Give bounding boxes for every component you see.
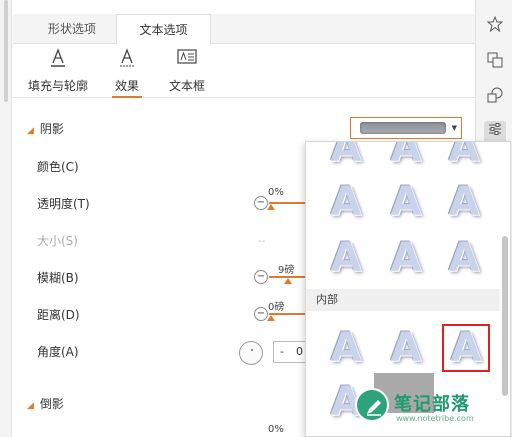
reflection-title: 倒影 <box>39 397 64 411</box>
effect-preset[interactable]: A <box>442 236 486 280</box>
inner-effect-preset-selected[interactable]: A <box>442 324 490 372</box>
shadow-preset-dropdown[interactable]: ▼ <box>350 117 462 139</box>
collapse-triangle-icon: ◢ <box>27 126 34 136</box>
shadow-section-header[interactable]: ◢ 阴影 <box>27 120 64 137</box>
shadow-size-label: 大小(S) <box>37 234 78 248</box>
distance-decrease-button[interactable]: − <box>254 307 268 321</box>
blur-decrease-button[interactable]: − <box>254 270 268 284</box>
reflection-value: 0% <box>268 424 284 435</box>
dropdown-scrollbar[interactable] <box>502 236 508 396</box>
top-tabs: 形状选项 文本选项 <box>13 14 475 45</box>
shadow-title: 阴影 <box>39 122 64 136</box>
reflection-section-header[interactable]: ◢ 倒影 <box>27 395 64 412</box>
blur-value: 9磅 <box>278 265 295 276</box>
watermark-title: 笔记部落 <box>394 394 470 415</box>
shape-style-icon[interactable] <box>484 87 506 109</box>
effect-preset[interactable]: A <box>324 236 368 280</box>
angle-value: 0 <box>296 345 303 358</box>
shadow-blur-label: 模糊(B) <box>37 271 79 285</box>
tab-text-options[interactable]: 文本选项 <box>116 14 211 45</box>
shadow-angle-label: 角度(A) <box>37 345 79 359</box>
transparency-value: 0% <box>268 187 284 198</box>
angle-minus[interactable]: - <box>280 345 284 358</box>
inner-effect-preset[interactable]: A <box>384 326 428 370</box>
shadow-distance-label: 距离(D) <box>37 308 80 322</box>
inner-effect-preset[interactable]: A <box>324 326 368 370</box>
angle-stepper[interactable]: - 0 <box>273 341 307 363</box>
effect-preset[interactable]: A <box>384 142 428 170</box>
property-sliders-icon[interactable] <box>484 121 506 143</box>
subtab-effects-label: 效果 <box>112 77 142 98</box>
distance-slider-thumb[interactable] <box>267 315 275 321</box>
subtab-textbox-label: 文本框 <box>168 79 205 93</box>
tab-shape-options[interactable]: 形状选项 <box>27 14 117 44</box>
watermark-logo: 笔记部落 www.notetribe.com <box>352 388 512 437</box>
angle-dial[interactable] <box>239 341 263 365</box>
scroll-grip[interactable] <box>4 0 8 102</box>
blur-slider-thumb[interactable] <box>284 278 292 284</box>
shadow-color-swatch <box>360 122 446 134</box>
left-edge-strip <box>0 0 12 437</box>
star-settings-icon[interactable] <box>484 15 506 38</box>
effect-preset[interactable]: A <box>324 180 368 224</box>
chevron-down-icon: ▼ <box>451 124 457 132</box>
transparency-decrease-button[interactable]: − <box>254 196 268 210</box>
shadow-color-label: 颜色(C) <box>37 160 79 174</box>
sub-tabs: 填充与轮廓 效果 文本框 <box>13 46 475 98</box>
effect-preset[interactable]: A <box>442 180 486 224</box>
distance-value: 0磅 <box>268 302 285 313</box>
effect-preset[interactable]: A <box>384 236 428 280</box>
text-effect-icon <box>112 48 142 72</box>
text-fill-icon <box>25 48 91 72</box>
watermark-url: www.notetribe.com <box>396 414 474 423</box>
inner-shadow-category: 内部 <box>306 289 500 311</box>
effect-preset[interactable]: A <box>324 142 368 170</box>
transparency-slider-thumb[interactable] <box>267 204 275 210</box>
effect-preset[interactable]: A <box>384 180 428 224</box>
pen-icon <box>355 388 389 422</box>
copy-shape-icon[interactable] <box>484 52 506 74</box>
textbox-icon <box>165 48 209 72</box>
shadow-transparency-label: 透明度(T) <box>37 197 90 211</box>
collapse-triangle-icon: ◢ <box>27 401 34 411</box>
subtab-fill-label: 填充与轮廓 <box>27 79 88 93</box>
size-value: -- <box>258 236 266 247</box>
subtab-fill-outline[interactable]: 填充与轮廓 <box>25 48 91 94</box>
effect-preset[interactable]: A <box>442 142 486 170</box>
subtab-textbox[interactable]: 文本框 <box>165 48 209 94</box>
subtab-effects[interactable]: 效果 <box>112 48 142 98</box>
